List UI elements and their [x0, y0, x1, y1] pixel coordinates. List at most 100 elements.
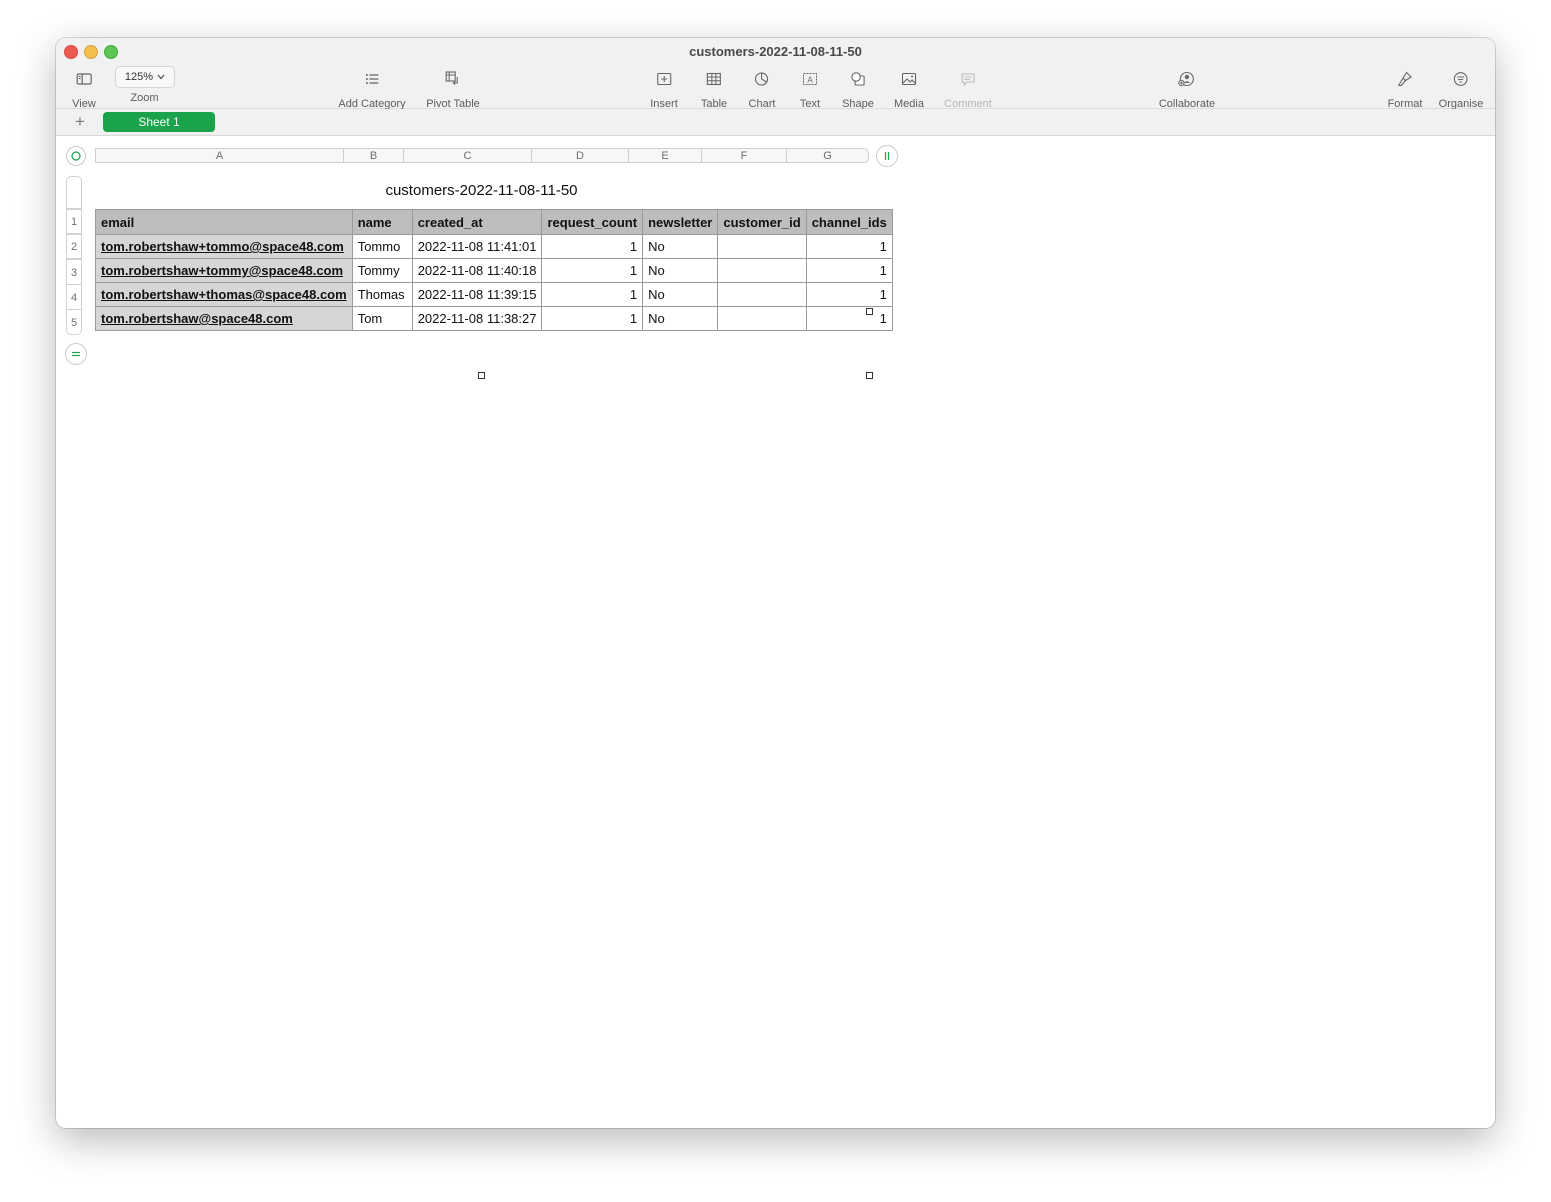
column-header-d[interactable]: D — [531, 148, 629, 163]
channel-ids-cell[interactable]: 1 — [805, 258, 893, 283]
column-header-f[interactable]: F — [701, 148, 787, 163]
email-cell[interactable]: tom.robertshaw@space48.com — [95, 306, 353, 331]
table-icon — [703, 68, 725, 90]
name-cell[interactable]: Thomas — [351, 282, 413, 307]
row-resize-icon — [72, 351, 80, 357]
column-header-g[interactable]: G — [786, 148, 869, 163]
sidebar-icon — [73, 68, 95, 90]
table-row: tom.robertshaw+thomas@space48.com Thomas… — [95, 282, 893, 307]
name-cell[interactable]: Tommo — [351, 234, 413, 259]
zoom-value: 125% — [124, 71, 154, 83]
channel-ids-cell[interactable]: 1 — [805, 282, 893, 307]
customer-id-cell[interactable] — [717, 306, 807, 331]
request-count-cell[interactable]: 1 — [541, 258, 644, 283]
table-resize-handle-bottom[interactable] — [478, 372, 485, 379]
email-cell[interactable]: tom.robertshaw+tommo@space48.com — [95, 234, 353, 259]
table-row: tom.robertshaw+tommy@space48.com Tommy 2… — [95, 258, 893, 283]
organise-button[interactable]: Organise — [1439, 68, 1483, 110]
collaborate-button[interactable]: Collaborate — [1159, 68, 1215, 110]
customer-id-cell[interactable] — [717, 282, 807, 307]
insert-button[interactable]: Insert — [650, 68, 678, 110]
chevron-down-icon — [157, 71, 165, 83]
request-count-cell[interactable]: 1 — [541, 306, 644, 331]
channel-ids-cell[interactable]: 1 — [805, 306, 893, 331]
sheet-tab-bar: + Sheet 1 — [56, 109, 1495, 136]
row-header-4[interactable]: 4 — [66, 284, 82, 310]
pivot-table-icon — [442, 68, 464, 90]
numbers-window: customers-2022-11-08-11-50 View 125% Zoo… — [56, 38, 1495, 1128]
shape-button[interactable]: Shape — [842, 68, 874, 110]
row-header-5[interactable]: 5 — [66, 309, 82, 335]
row-header-title — [66, 176, 82, 209]
newsletter-cell[interactable]: No — [642, 282, 719, 307]
table-title[interactable]: customers-2022-11-08-11-50 — [95, 182, 868, 199]
add-sheet-button[interactable]: + — [73, 112, 87, 132]
header-cell-newsletter[interactable]: newsletter — [642, 209, 719, 235]
chart-button[interactable]: Chart — [749, 68, 775, 110]
email-cell[interactable]: tom.robertshaw+thomas@space48.com — [95, 282, 353, 307]
row-header-1[interactable]: 1 — [66, 209, 82, 234]
row-header-2[interactable]: 2 — [66, 234, 82, 259]
comment-icon — [957, 68, 979, 90]
created-at-cell[interactable]: 2022-11-08 11:39:15 — [411, 282, 543, 307]
add-row-button[interactable] — [65, 343, 87, 365]
pivot-table-button[interactable]: Pivot Table — [426, 68, 480, 110]
table-resize-handle-right[interactable] — [866, 308, 873, 315]
column-header-c[interactable]: C — [403, 148, 532, 163]
created-at-cell[interactable]: 2022-11-08 11:38:27 — [411, 306, 543, 331]
collaborate-icon — [1176, 68, 1198, 90]
header-cell-email[interactable]: email — [95, 209, 353, 235]
photo-icon — [898, 68, 920, 90]
zoom-select[interactable]: 125% — [115, 66, 175, 88]
header-cell-customer-id[interactable]: customer_id — [717, 209, 807, 235]
media-button[interactable]: Media — [894, 68, 924, 110]
column-header-b[interactable]: B — [343, 148, 404, 163]
newsletter-cell[interactable]: No — [642, 234, 719, 259]
customer-id-cell[interactable] — [717, 258, 807, 283]
header-cell-request-count[interactable]: request_count — [541, 209, 644, 235]
customer-id-cell[interactable] — [717, 234, 807, 259]
newsletter-cell[interactable]: No — [642, 258, 719, 283]
text-box-icon: A — [799, 68, 821, 90]
add-column-button[interactable] — [876, 145, 898, 167]
request-count-cell[interactable]: 1 — [541, 234, 644, 259]
view-button[interactable]: View — [72, 68, 96, 110]
window-title: customers-2022-11-08-11-50 — [689, 44, 862, 59]
data-table: email name created_at request_count news… — [95, 209, 893, 331]
header-cell-created-at[interactable]: created_at — [411, 209, 543, 235]
column-header-a[interactable]: A — [95, 148, 344, 163]
created-at-cell[interactable]: 2022-11-08 11:41:01 — [411, 234, 543, 259]
table-row: tom.robertshaw+tommo@space48.com Tommo 2… — [95, 234, 893, 259]
svg-text:A: A — [807, 76, 813, 85]
email-cell[interactable]: tom.robertshaw+tommy@space48.com — [95, 258, 353, 283]
table-header-row: email name created_at request_count news… — [95, 209, 893, 235]
column-header-e[interactable]: E — [628, 148, 702, 163]
row-header-3[interactable]: 3 — [66, 259, 82, 285]
column-resize-icon — [884, 152, 890, 160]
header-cell-channel-ids[interactable]: channel_ids — [805, 209, 893, 235]
comment-button[interactable]: Comment — [944, 68, 992, 110]
table-button[interactable]: Table — [701, 68, 727, 110]
created-at-cell[interactable]: 2022-11-08 11:40:18 — [411, 258, 543, 283]
sheet-tab-1[interactable]: Sheet 1 — [103, 112, 215, 132]
text-button[interactable]: A Text — [799, 68, 821, 110]
pie-chart-icon — [751, 68, 773, 90]
name-cell[interactable]: Tommy — [351, 258, 413, 283]
add-category-button[interactable]: Add Category — [338, 68, 406, 110]
zoom-label: Zoom — [130, 92, 159, 104]
circle-icon — [71, 151, 81, 161]
table-row: tom.robertshaw@space48.com Tom 2022-11-0… — [95, 306, 893, 331]
header-cell-name[interactable]: name — [351, 209, 413, 235]
insert-icon — [653, 68, 675, 90]
request-count-cell[interactable]: 1 — [541, 282, 644, 307]
format-button[interactable]: Format — [1388, 68, 1422, 110]
select-table-button[interactable] — [66, 146, 86, 166]
shape-icon — [847, 68, 869, 90]
name-cell[interactable]: Tom — [351, 306, 413, 331]
channel-ids-cell[interactable]: 1 — [805, 234, 893, 259]
toolbar: customers-2022-11-08-11-50 View 125% Zoo… — [56, 38, 1495, 110]
paintbrush-icon — [1394, 68, 1416, 90]
newsletter-cell[interactable]: No — [642, 306, 719, 331]
spreadsheet-canvas: A B C D E F G 1 2 3 4 5 customers-2022-1… — [56, 136, 1495, 1128]
table-resize-handle-corner[interactable] — [866, 372, 873, 379]
